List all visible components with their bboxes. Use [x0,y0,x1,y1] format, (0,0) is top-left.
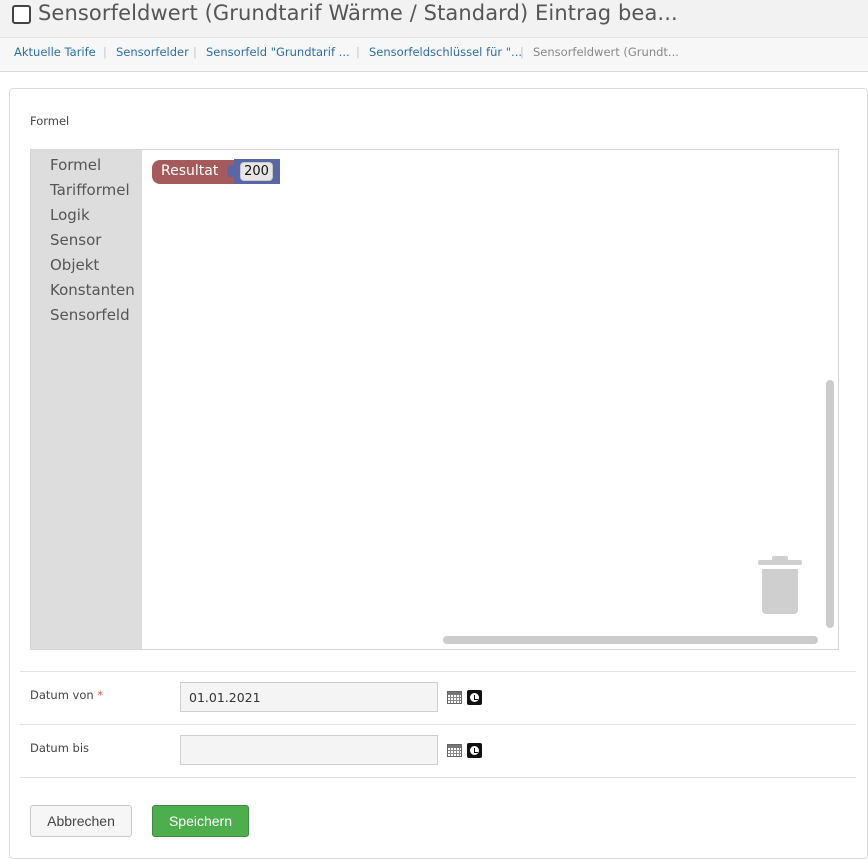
divider [20,777,856,778]
divider [20,724,856,725]
toolbox-category-objekt[interactable]: Objekt [50,256,99,274]
workspace-vertical-scrollbar[interactable] [826,380,834,628]
toolbox-category-sensor[interactable]: Sensor [50,231,101,249]
resultat-block[interactable]: Resultat [152,160,238,184]
number-block[interactable]: 200 [227,159,280,184]
page-title: Sensorfeldwert (Grundtarif Wärme / Stand… [38,1,678,25]
trash-icon[interactable] [758,556,802,616]
trash-can [762,569,798,614]
breadcrumb-sensorfeldschluessel[interactable]: Sensorfeldschlüssel für "... [369,45,522,59]
breadcrumb-separator: | [103,45,107,59]
datum-von-label: Datum von * [30,688,103,702]
save-button[interactable]: Speichern [152,805,249,837]
calendar-icon[interactable] [447,691,462,704]
workspace-horizontal-scrollbar[interactable] [443,636,818,644]
breadcrumb-sensorfelder[interactable]: Sensorfelder [116,45,189,59]
breadcrumb-aktuelle-tarife[interactable]: Aktuelle Tarife [14,45,96,59]
clock-icon[interactable] [467,743,482,758]
breadcrumb-sensorfeld[interactable]: Sensorfeld "Grundtarif ... [206,45,350,59]
toolbox-category-formel[interactable]: Formel [50,156,101,174]
checkbox-icon[interactable] [12,5,31,24]
toolbox-category-tarifformel[interactable]: Tarifformel [50,181,130,199]
breadcrumb: Aktuelle Tarife | Sensorfelder | Sensorf… [0,37,868,72]
datum-bis-label: Datum bis [30,741,90,755]
calendar-icon[interactable] [447,744,462,757]
datum-von-input[interactable] [180,682,438,712]
required-marker: * [97,688,104,702]
datum-von-label-text: Datum von [30,688,94,702]
breadcrumb-separator: | [520,45,524,59]
toolbox-category-konstanten[interactable]: Konstanten [50,281,135,299]
breadcrumb-separator: | [356,45,360,59]
resultat-block-label: Resultat [161,163,219,179]
breadcrumb-separator: | [193,45,197,59]
number-block-connector [227,165,235,177]
clock-icon[interactable] [467,690,482,705]
number-block-value[interactable]: 200 [240,162,273,181]
title-bar: Sensorfeldwert (Grundtarif Wärme / Stand… [0,0,868,37]
breadcrumb-current: Sensorfeldwert (Grundt... [533,45,679,59]
toolbox-category-logik[interactable]: Logik [50,206,90,224]
trash-lid [758,560,802,565]
divider [20,671,856,672]
datum-bis-input[interactable] [180,735,438,765]
toolbox-category-sensorfeld[interactable]: Sensorfeld [50,306,130,324]
formel-label: Formel [30,114,70,128]
cancel-button[interactable]: Abbrechen [30,805,132,837]
formula-workspace[interactable]: Formel Tarifformel Logik Sensor Objekt K… [30,149,839,650]
toolbox: Formel Tarifformel Logik Sensor Objekt K… [31,150,142,649]
